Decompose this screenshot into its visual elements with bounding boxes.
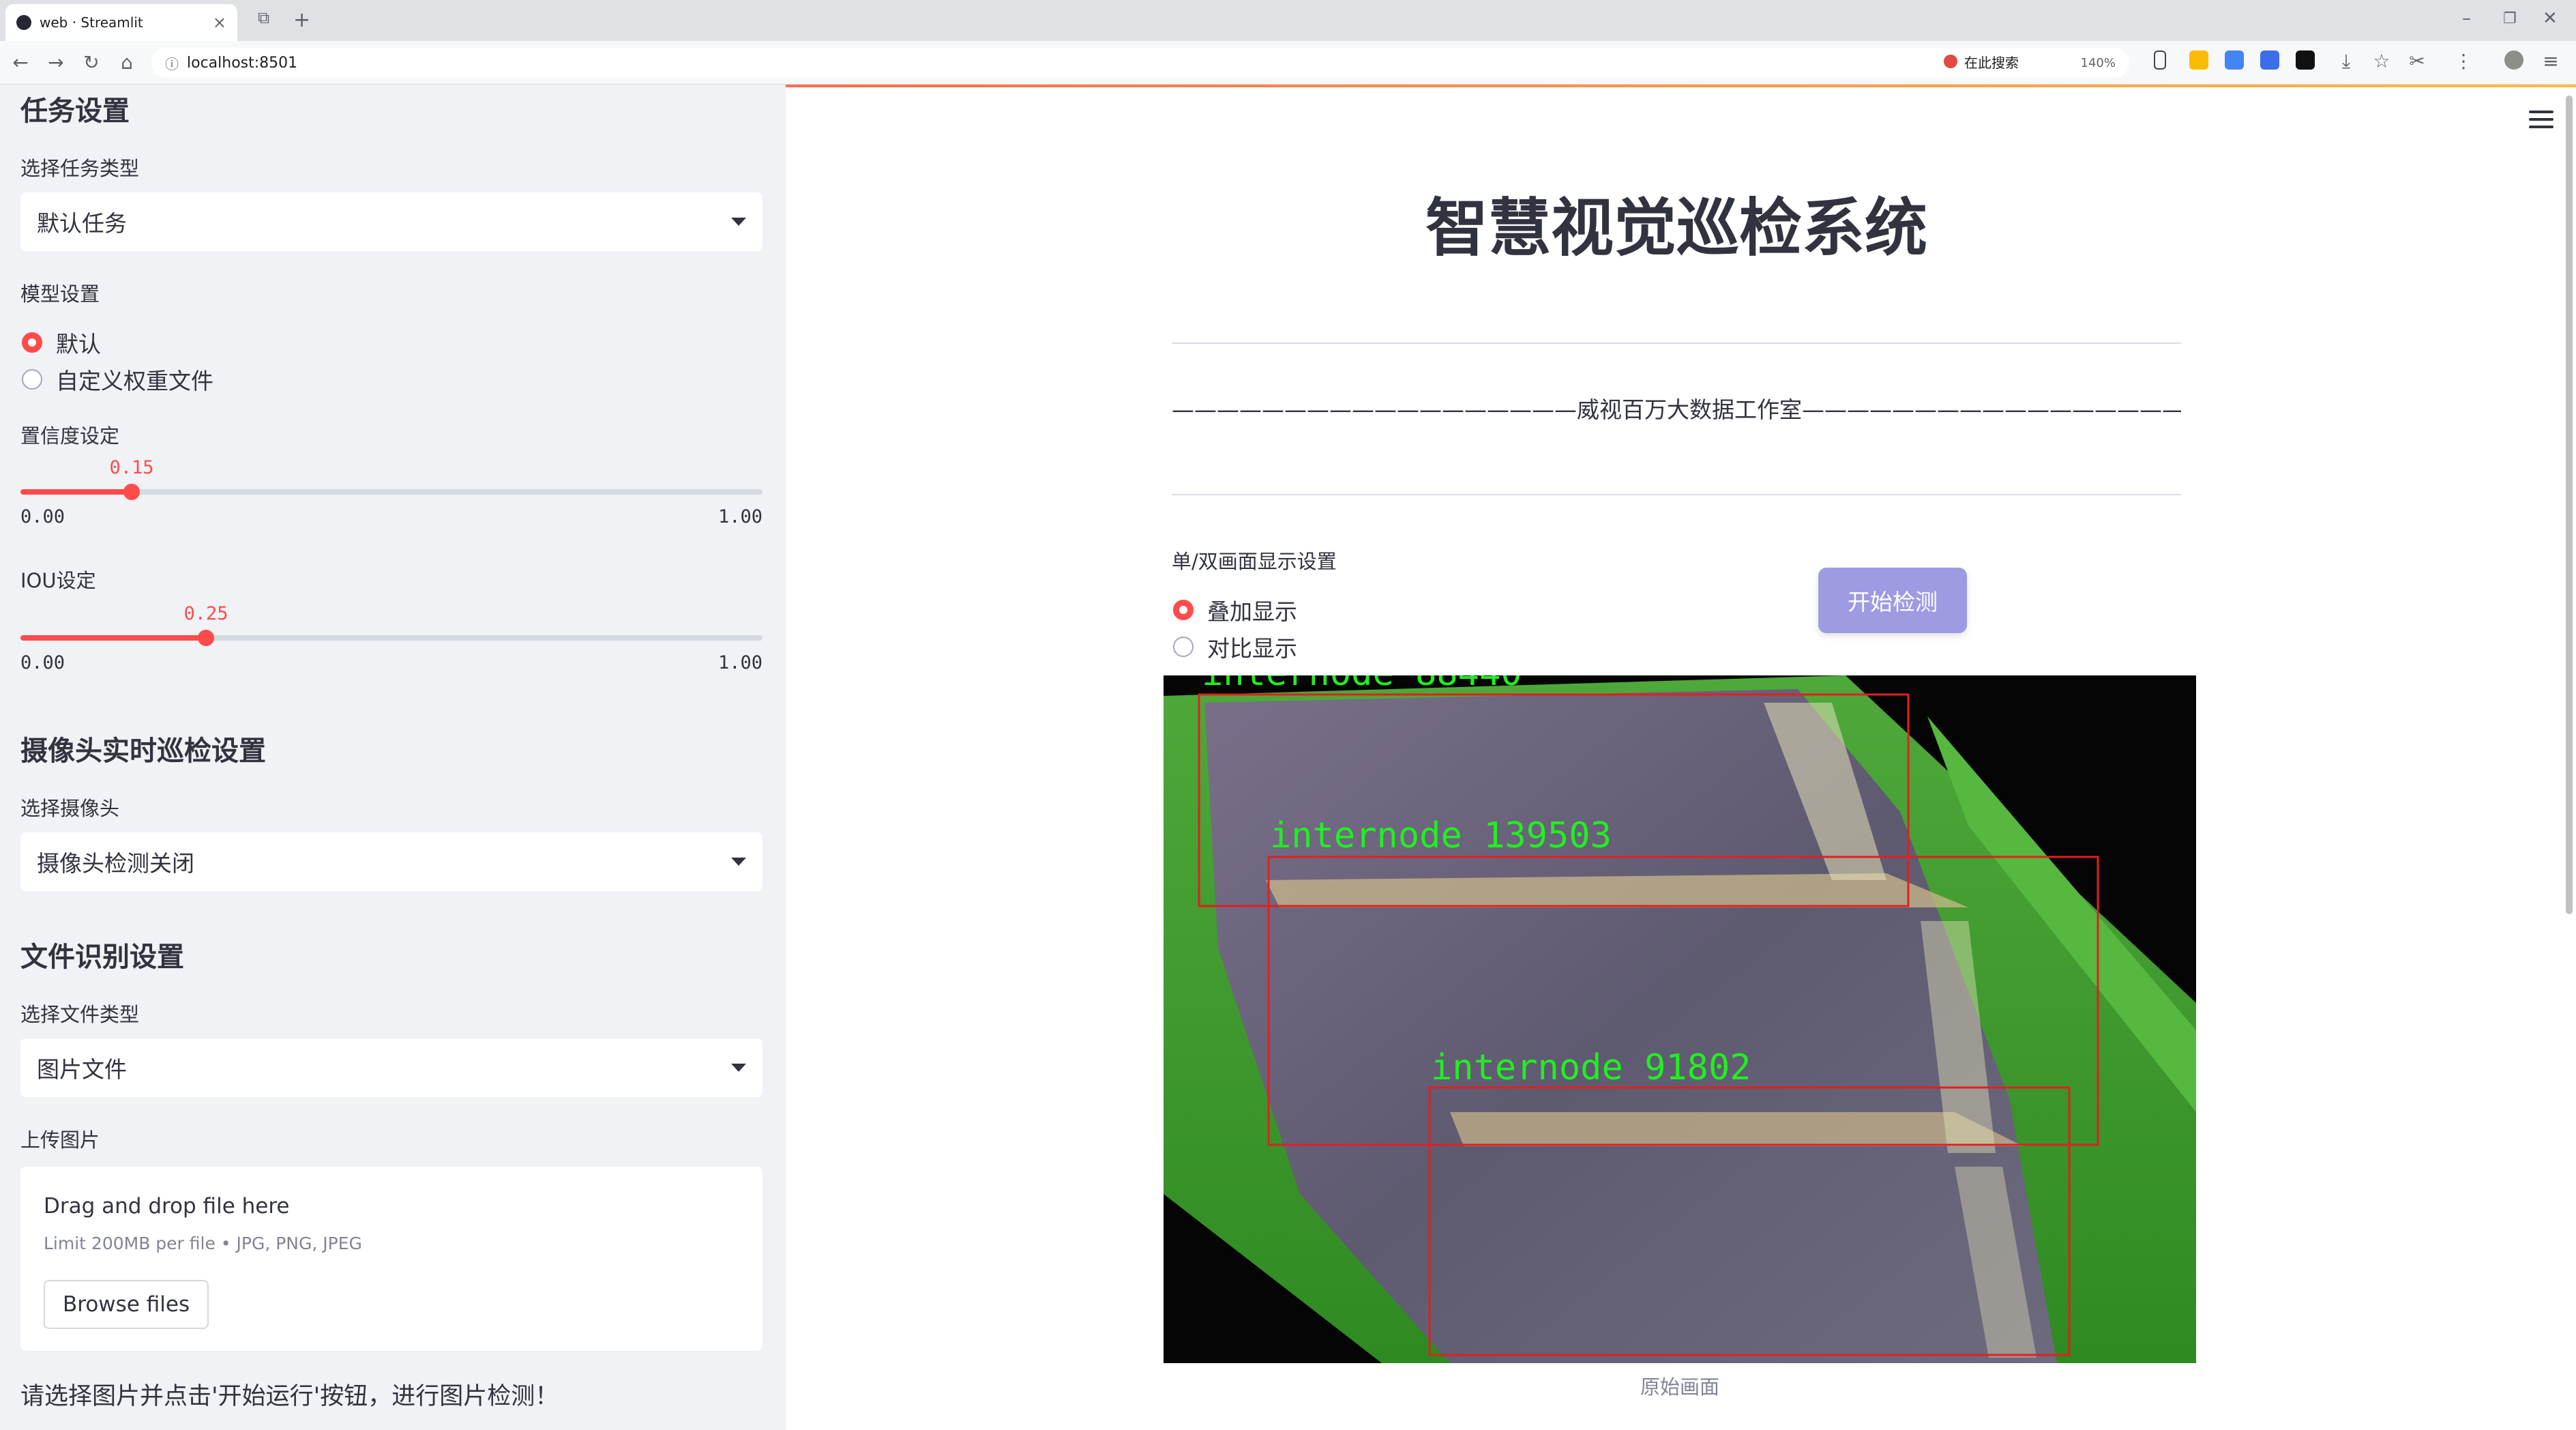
favorites-icon[interactable]: ☆ [2371,50,2393,72]
slider-fill [20,635,206,641]
detection-canvas: internode 88440 internode 139503 interno… [1164,675,2196,1363]
detection-label: internode 139503 [1270,815,1612,856]
restore-icon[interactable]: ❐ [2503,10,2517,27]
chevron-down-icon [731,1064,746,1072]
model-option-custom[interactable]: 自定义权重文件 [22,363,213,396]
browser-tab-bar: web · Streamlit × ⧉ + – ❐ ✕ [0,0,2576,41]
divider [1172,342,2181,344]
file-type-value: 图片文件 [37,1056,127,1083]
task-section-heading: 任务设置 [20,96,130,127]
model-option-default[interactable]: 默认 [22,326,101,359]
sidebar-instruction: 请选择图片并点击'开始运行'按钮，进行图片检测！ [20,1383,559,1410]
extension-2-icon[interactable] [2260,50,2279,70]
profile-avatar-icon[interactable] [2504,50,2523,70]
tab-groups-icon[interactable]: ⧉ [258,8,269,27]
extension-icon[interactable] [2189,50,2208,70]
radio-selected-icon [1173,600,1194,620]
model-option-label: 默认 [56,331,101,358]
streamlit-favicon-icon [16,15,31,30]
display-option-overlay[interactable]: 叠加显示 [1173,594,1297,626]
slider-max: 1.00 [717,652,763,673]
slider-max: 1.00 [717,506,763,527]
file-type-select[interactable]: 图片文件 [20,1038,763,1097]
reload-icon[interactable]: ↻ [80,52,102,74]
task-type-value: 默认任务 [37,210,127,237]
display-option-compare[interactable]: 对比显示 [1173,630,1297,663]
screenshot-icon[interactable]: ✂ [2406,50,2428,72]
translate-icon[interactable] [2225,50,2244,70]
slider-value: 0.25 [183,603,228,624]
tab-close-icon[interactable]: × [213,13,226,32]
display-option-label: 对比显示 [1207,635,1297,662]
start-detection-button[interactable]: 开始检测 [1818,568,1967,633]
radio-unselected-icon [22,369,42,390]
slider-thumb[interactable] [123,484,140,500]
camera-label: 选择摄像头 [20,797,120,820]
iou-slider[interactable]: 0.25 0.00 1.00 [20,603,763,673]
minimize-icon[interactable]: – [2462,8,2471,29]
upload-limit-text: Limit 200MB per file • JPG, PNG, JPEG [44,1234,362,1253]
display-option-label: 叠加显示 [1207,598,1297,625]
upload-drag-text: Drag and drop file here [44,1194,290,1219]
browse-files-button[interactable]: Browse files [44,1280,209,1329]
back-icon[interactable]: ← [10,52,31,74]
forward-icon[interactable]: → [45,52,67,74]
browser-search-box[interactable]: 在此搜索 [1934,46,2139,76]
download-icon[interactable]: ⤓ [2335,50,2357,72]
confidence-label: 置信度设定 [20,424,120,448]
reading-mode-icon[interactable] [2154,50,2166,70]
upload-label: 上传图片 [20,1128,100,1152]
model-label: 模型设置 [20,282,100,306]
page-scrollbar[interactable] [2566,96,2573,914]
chevron-down-icon [731,218,746,226]
radio-selected-icon [22,332,42,353]
studio-subtitle: ——————————————————威视百万大数据工作室————————————… [1172,396,2181,423]
display-mode-label: 单/双画面显示设置 [1172,550,1337,573]
camera-value: 摄像头检测关闭 [37,850,194,877]
window-close-icon[interactable]: ✕ [2543,8,2558,29]
tab-title: web · Streamlit [40,14,143,31]
site-info-icon[interactable]: ⓘ [165,53,179,73]
divider [1172,494,2181,495]
chevron-down-icon [731,858,746,866]
camera-section-heading: 摄像头实时巡检设置 [20,735,266,767]
file-type-label: 选择文件类型 [20,1003,140,1026]
task-type-label: 选择任务类型 [20,157,140,180]
browser-menu-icon[interactable]: ≡ [2540,50,2562,72]
model-option-label: 自定义权重文件 [56,368,213,394]
detection-label: internode 91802 [1431,1047,1751,1088]
slider-min: 0.00 [20,652,65,673]
task-type-select[interactable]: 默认任务 [20,192,763,251]
camera-select[interactable]: 摄像头检测关闭 [20,832,763,891]
browser-tab[interactable]: web · Streamlit × [5,4,237,41]
app-menu-icon[interactable] [2529,111,2553,128]
search-engine-icon [1944,55,1957,68]
radio-unselected-icon [1173,637,1194,657]
address-bar[interactable]: ⓘ localhost:8501 140% [151,48,2129,78]
extension-3-icon[interactable] [2296,50,2315,70]
slider-thumb[interactable] [198,630,214,646]
iou-label: IOU设定 [20,569,96,592]
slider-min: 0.00 [20,506,65,527]
slider-fill [20,489,132,495]
image-caption: 原始画面 [1640,1375,1719,1399]
search-placeholder: 在此搜索 [1964,54,2019,71]
node-band [1450,1112,2023,1146]
slider-value: 0.15 [109,457,154,478]
url-text: localhost:8501 [187,54,298,72]
file-section-heading: 文件识别设置 [20,942,184,973]
new-tab-icon[interactable]: + [293,8,310,32]
menu-dots-icon[interactable]: ⋮ [2453,50,2474,72]
confidence-slider[interactable]: 0.15 0.00 1.00 [20,457,763,527]
page-title: 智慧视觉巡检系统 [1425,192,1927,265]
file-uploader-dropzone[interactable]: Drag and drop file here Limit 200MB per … [20,1167,763,1351]
detection-label: internode 88440 [1202,675,1522,694]
detection-result-image: internode 88440 internode 139503 interno… [1164,675,2196,1363]
home-icon[interactable]: ⌂ [116,52,138,74]
